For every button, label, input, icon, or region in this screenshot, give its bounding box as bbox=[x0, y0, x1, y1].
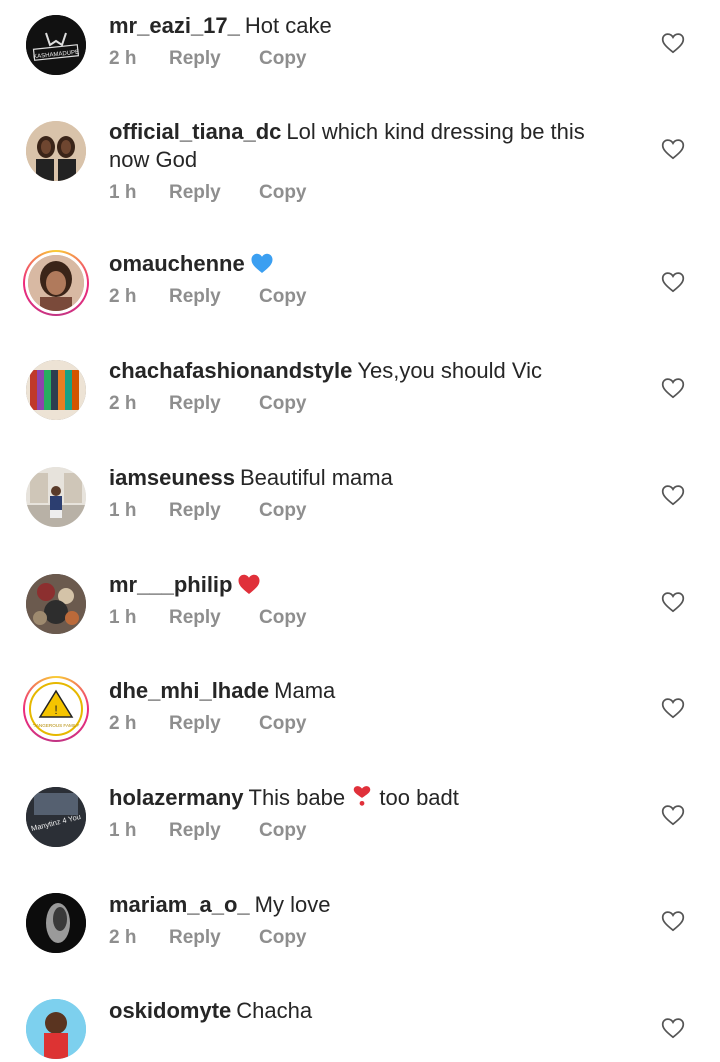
like-heart-icon[interactable] bbox=[660, 1015, 686, 1041]
like-heart-icon[interactable] bbox=[660, 136, 686, 162]
like-heart-icon[interactable] bbox=[660, 375, 686, 401]
avatar-story-ring[interactable] bbox=[23, 250, 89, 316]
like-heart-icon[interactable] bbox=[660, 908, 686, 934]
comment-username[interactable]: holazermany bbox=[109, 785, 244, 810]
reply-button[interactable]: Reply bbox=[169, 286, 259, 308]
comment-username[interactable]: mr___philip bbox=[109, 572, 232, 597]
avatar[interactable] bbox=[23, 357, 89, 423]
comment-body: Mama bbox=[274, 678, 336, 703]
avatar-logo-text: DANGEROUS FAMILY bbox=[33, 723, 80, 728]
copy-button[interactable]: Copy bbox=[259, 286, 307, 308]
avatar[interactable] bbox=[23, 118, 89, 184]
comment-time: 2 h bbox=[109, 48, 137, 69]
like-heart-icon[interactable] bbox=[660, 589, 686, 615]
like-heart-icon[interactable] bbox=[660, 482, 686, 508]
comment-time: 1 h bbox=[109, 820, 137, 841]
comment-body: Yes,you should Vic bbox=[357, 358, 543, 383]
comment-text: dhe_mhi_lhade Mama bbox=[109, 677, 620, 705]
comment-time: 2 h bbox=[109, 713, 137, 734]
reply-button[interactable]: Reply bbox=[169, 48, 259, 70]
copy-button[interactable]: Copy bbox=[259, 607, 307, 629]
comment-username[interactable]: chachafashionandstyle bbox=[109, 358, 352, 383]
reply-button[interactable]: Reply bbox=[169, 927, 259, 949]
comment-text: iamseuness Beautiful mama bbox=[109, 464, 620, 492]
comment-text: mr___philip bbox=[109, 571, 620, 599]
comment-text: official_tiana_dc Lol which kind dressing… bbox=[109, 118, 620, 174]
comment-text: chachafashionandstyle Yes,you should Vic bbox=[109, 357, 620, 385]
comment-username[interactable]: mariam_a_o_ bbox=[109, 892, 250, 917]
comment-username[interactable]: oskidomyte bbox=[109, 998, 231, 1023]
avatar[interactable]: KASHAMADUPE bbox=[23, 12, 89, 78]
comment-username[interactable]: omauchenne bbox=[109, 251, 245, 276]
comment-body-continued: too badt bbox=[379, 785, 459, 810]
avatar[interactable]: Manytinz 4 You bbox=[23, 784, 89, 850]
comment-text: mariam_a_o_ My love bbox=[109, 891, 620, 919]
reply-button[interactable]: Reply bbox=[169, 393, 259, 415]
comment-text: holazermany This babe too badt bbox=[109, 784, 620, 812]
reply-button[interactable]: Reply bbox=[169, 607, 259, 629]
reply-button[interactable]: Reply bbox=[169, 713, 259, 735]
comment-text: oskidomyte Chacha bbox=[109, 997, 620, 1025]
copy-button[interactable]: Copy bbox=[259, 820, 307, 842]
copy-button[interactable]: Copy bbox=[259, 927, 307, 949]
heart-exclamation-icon bbox=[354, 786, 371, 806]
like-heart-icon[interactable] bbox=[660, 802, 686, 828]
comment-time: 1 h bbox=[109, 182, 137, 203]
avatar[interactable] bbox=[23, 996, 89, 1062]
comment-username[interactable]: iamseuness bbox=[109, 465, 235, 490]
like-heart-icon[interactable] bbox=[660, 695, 686, 721]
avatar-story-ring[interactable]: ! DANGEROUS FAMILY bbox=[23, 676, 89, 742]
copy-button[interactable]: Copy bbox=[259, 500, 307, 522]
comment-body: This babe bbox=[248, 785, 346, 810]
reply-button[interactable]: Reply bbox=[169, 182, 259, 204]
reply-button[interactable]: Reply bbox=[169, 500, 259, 522]
red-heart-icon bbox=[238, 574, 260, 594]
blue-heart-icon bbox=[251, 253, 273, 273]
copy-button[interactable]: Copy bbox=[259, 48, 307, 70]
like-heart-icon[interactable] bbox=[660, 269, 686, 295]
comment-username[interactable]: official_tiana_dc bbox=[109, 119, 281, 144]
like-heart-icon[interactable] bbox=[660, 30, 686, 56]
reply-button[interactable]: Reply bbox=[169, 820, 259, 842]
copy-button[interactable]: Copy bbox=[259, 713, 307, 735]
copy-button[interactable]: Copy bbox=[259, 393, 307, 415]
comment-body: Chacha bbox=[236, 998, 313, 1023]
comment-body: Hot cake bbox=[244, 13, 332, 38]
comment-time: 1 h bbox=[109, 607, 137, 628]
comment-time: 1 h bbox=[109, 500, 137, 521]
comment-username[interactable]: dhe_mhi_lhade bbox=[109, 678, 269, 703]
comment-time: 2 h bbox=[109, 286, 137, 307]
comment-time: 2 h bbox=[109, 393, 137, 414]
comment-body: Beautiful mama bbox=[239, 465, 393, 490]
comment-body: My love bbox=[254, 892, 331, 917]
avatar[interactable] bbox=[23, 571, 89, 637]
comment-username[interactable]: mr_eazi_17_ bbox=[109, 13, 240, 38]
comment-time: 2 h bbox=[109, 927, 137, 948]
avatar[interactable] bbox=[23, 890, 89, 956]
comment-text: omauchenne bbox=[109, 250, 620, 278]
avatar[interactable] bbox=[23, 464, 89, 530]
svg-text:!: ! bbox=[54, 703, 57, 717]
comment-text: mr_eazi_17_ Hot cake bbox=[109, 12, 620, 40]
copy-button[interactable]: Copy bbox=[259, 182, 307, 204]
